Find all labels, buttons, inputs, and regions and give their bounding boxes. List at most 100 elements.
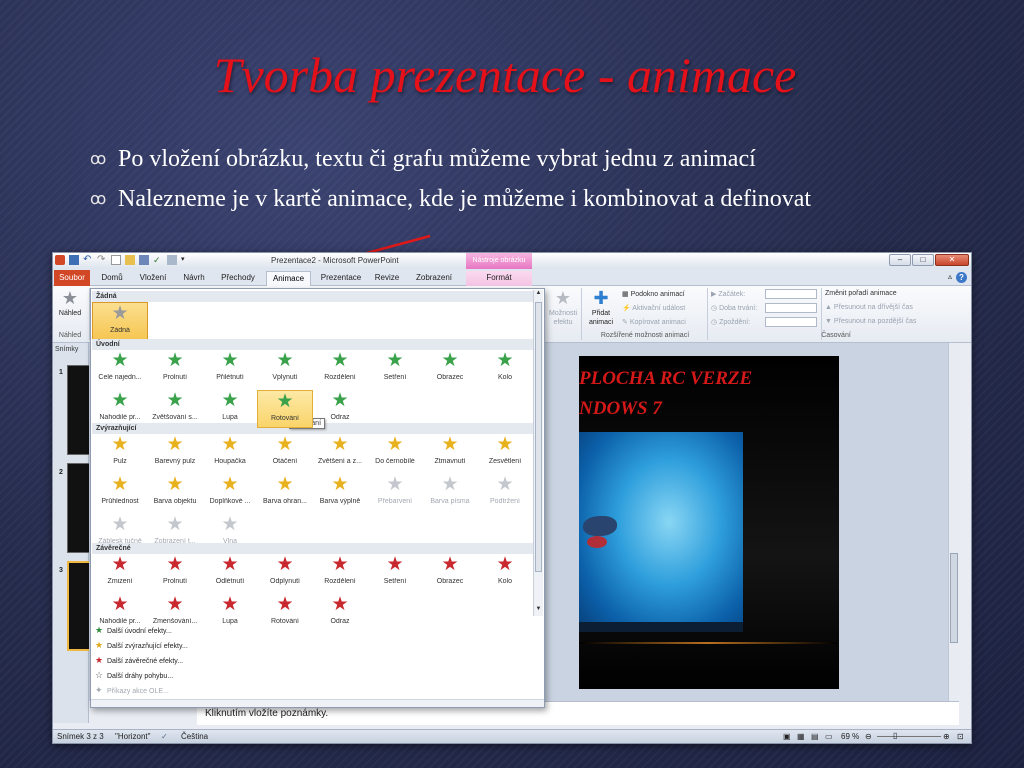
effect-exit-item[interactable]: ★ Kolo bbox=[477, 554, 533, 592]
tab-transitions[interactable]: Přechody bbox=[217, 271, 259, 286]
gallery-scrollbar[interactable]: ▲ ▼ bbox=[533, 290, 543, 616]
start-dropdown[interactable] bbox=[765, 289, 817, 299]
effect-entrance-item[interactable]: ★ Obrazec bbox=[422, 350, 478, 388]
more-emphasis-effects[interactable]: ★ Další zvýrazňující efekty... bbox=[95, 640, 188, 651]
gallery-resize-grip[interactable] bbox=[91, 699, 544, 707]
add-animation-button[interactable]: ✚ Přidat animaci bbox=[585, 288, 617, 332]
effect-exit-item[interactable]: ★ Rotování bbox=[257, 594, 313, 632]
effect-emphasis-item[interactable]: ★ Barevný pulz bbox=[147, 434, 203, 472]
minimize-ribbon-icon[interactable]: ▵ bbox=[948, 272, 952, 283]
effect-exit-item[interactable]: ★ Zmenšování... bbox=[147, 594, 203, 632]
tab-insert[interactable]: Vložení bbox=[135, 271, 171, 286]
slideshow-view-icon[interactable]: ▭ bbox=[825, 732, 833, 741]
tab-animations[interactable]: Animace bbox=[266, 271, 311, 287]
status-language[interactable]: Čeština bbox=[181, 732, 208, 741]
undo-icon[interactable]: ↶ bbox=[83, 255, 93, 265]
help-icon[interactable]: ? bbox=[956, 272, 967, 283]
effect-exit-item[interactable]: ★ Setření bbox=[367, 554, 423, 592]
effect-emphasis-item[interactable]: ★ Do černobílé bbox=[367, 434, 423, 472]
effect-entrance-item[interactable]: ★ Celé najedn... bbox=[92, 350, 148, 388]
gallery-scroll-up-icon[interactable]: ▲ bbox=[534, 290, 543, 300]
effect-exit-item[interactable]: ★ Obrazec bbox=[422, 554, 478, 592]
effect-entrance-item[interactable]: ★ Vplynutí bbox=[257, 350, 313, 388]
tab-review[interactable]: Revize bbox=[371, 271, 403, 286]
windows7-screenshot-image[interactable] bbox=[579, 432, 743, 632]
delay-spinner[interactable] bbox=[765, 317, 817, 327]
editor-scroll-thumb[interactable] bbox=[950, 553, 958, 643]
open-folder-icon[interactable] bbox=[125, 255, 135, 265]
zoom-slider-thumb[interactable]: ▯ bbox=[893, 731, 897, 740]
slide-thumbnail-2[interactable] bbox=[67, 463, 91, 553]
more-exit-effects[interactable]: ★ Další závěrečné efekty... bbox=[95, 655, 183, 666]
more-motion-paths[interactable]: ☆ Další dráhy pohybu... bbox=[95, 670, 173, 681]
tab-file[interactable]: Soubor bbox=[54, 270, 90, 286]
maximize-button[interactable]: □ bbox=[912, 254, 934, 266]
effect-emphasis-item[interactable]: ★ Doplňkové ... bbox=[202, 474, 258, 512]
effect-entrance-item[interactable]: ★ Rotování bbox=[257, 390, 313, 428]
minimize-button[interactable]: – bbox=[889, 254, 911, 266]
animation-painter-button[interactable]: ✎ Kopírovat animaci bbox=[622, 318, 686, 326]
slide-thumbnail-1[interactable] bbox=[67, 365, 91, 455]
spelling-icon[interactable]: ✓ bbox=[153, 255, 163, 265]
effect-emphasis-item[interactable]: ★ Barva ohran... bbox=[257, 474, 313, 512]
effect-emphasis-item[interactable]: ★ Zvětšení a z... bbox=[312, 434, 368, 472]
effect-options-button[interactable]: ★ Možnosti efektu bbox=[547, 288, 579, 332]
move-later-button[interactable]: ▼ Přesunout na pozdější čas bbox=[825, 318, 916, 325]
ole-action-verbs[interactable]: ✦ Příkazy akce OLE... bbox=[95, 685, 169, 696]
effect-entrance-item[interactable]: ★ Kolo bbox=[477, 350, 533, 388]
effect-emphasis-item[interactable]: ★ Podtržení bbox=[477, 474, 533, 512]
move-earlier-button[interactable]: ▲ Přesunout na dřívější čas bbox=[825, 304, 913, 311]
redo-icon[interactable]: ↷ bbox=[97, 255, 107, 265]
print-preview-icon[interactable] bbox=[139, 255, 149, 265]
slide-thumbnail-3[interactable] bbox=[67, 561, 91, 651]
gallery-scroll-thumb[interactable] bbox=[535, 302, 542, 572]
slideshow-icon[interactable] bbox=[167, 255, 177, 265]
slides-pane-header[interactable]: Snímky bbox=[53, 343, 88, 356]
effect-entrance-item[interactable]: ★ Odraz bbox=[312, 390, 368, 428]
effect-emphasis-item[interactable]: ★ Houpačka bbox=[202, 434, 258, 472]
effect-exit-item[interactable]: ★ Prolnutí bbox=[147, 554, 203, 592]
gallery-scroll-down-icon[interactable]: ▼ bbox=[534, 606, 543, 616]
effect-entrance-item[interactable]: ★ Přilétnutí bbox=[202, 350, 258, 388]
effect-emphasis-item[interactable]: ★ Ztmavnutí bbox=[422, 434, 478, 472]
effect-emphasis-item[interactable]: ★ Zesvětlení bbox=[477, 434, 533, 472]
zoom-slider[interactable] bbox=[877, 736, 941, 737]
effect-emphasis-item[interactable]: ★ Barva písma bbox=[422, 474, 478, 512]
effect-emphasis-item[interactable]: ★ Otáčení bbox=[257, 434, 313, 472]
effect-emphasis-item[interactable]: ★ Pulz bbox=[92, 434, 148, 472]
effect-emphasis-item[interactable]: ★ Barva objektu bbox=[147, 474, 203, 512]
close-button[interactable]: ✕ bbox=[935, 254, 969, 266]
tab-format[interactable]: Formát bbox=[466, 271, 532, 286]
effect-emphasis-item[interactable]: ★ Přebarvení bbox=[367, 474, 423, 512]
effect-entrance-item[interactable]: ★ Prolnutí bbox=[147, 350, 203, 388]
trigger-button[interactable]: ⚡ Aktivační událost bbox=[622, 304, 685, 312]
effect-entrance-item[interactable]: ★ Nahodilé pr... bbox=[92, 390, 148, 428]
effect-none[interactable]: ★ Žádná bbox=[92, 302, 148, 340]
effect-exit-item[interactable]: ★ Odraz bbox=[312, 594, 368, 632]
effect-emphasis-item[interactable]: ★ Barva výplně bbox=[312, 474, 368, 512]
animation-pane-button[interactable]: ▦ Podokno animací bbox=[622, 290, 685, 298]
effect-emphasis-item[interactable]: ★ Vlna bbox=[202, 514, 258, 552]
effect-exit-item[interactable]: ★ Odplynutí bbox=[257, 554, 313, 592]
status-zoom[interactable]: 69 % bbox=[841, 732, 859, 741]
preview-button[interactable]: ★ Náhled bbox=[55, 288, 85, 330]
tab-slideshow[interactable]: Prezentace bbox=[317, 271, 365, 286]
tab-view[interactable]: Zobrazení bbox=[411, 271, 457, 286]
customize-dropdown-icon[interactable]: ▾ bbox=[181, 255, 191, 265]
reading-view-icon[interactable]: ▤ bbox=[811, 732, 819, 741]
editor-vertical-scrollbar[interactable] bbox=[948, 343, 959, 701]
effect-emphasis-item[interactable]: ★ Průhlednost bbox=[92, 474, 148, 512]
effect-entrance-item[interactable]: ★ Setření bbox=[367, 350, 423, 388]
effect-entrance-item[interactable]: ★ Lupa bbox=[202, 390, 258, 428]
zoom-in-icon[interactable]: ⊕ bbox=[943, 732, 950, 741]
new-file-icon[interactable] bbox=[111, 255, 121, 265]
effect-exit-item[interactable]: ★ Nahodilé pr... bbox=[92, 594, 148, 632]
tab-design[interactable]: Návrh bbox=[179, 271, 209, 286]
fit-slide-icon[interactable]: ⊡ bbox=[957, 732, 964, 741]
effect-entrance-item[interactable]: ★ Zvětšování s... bbox=[147, 390, 203, 428]
effect-emphasis-item[interactable]: ★ Záblesk tučně bbox=[92, 514, 148, 552]
save-icon[interactable] bbox=[69, 255, 79, 265]
duration-spinner[interactable] bbox=[765, 303, 817, 313]
normal-view-icon[interactable]: ▣ bbox=[783, 732, 791, 741]
spelling-status-icon[interactable]: ✓ bbox=[161, 732, 168, 741]
